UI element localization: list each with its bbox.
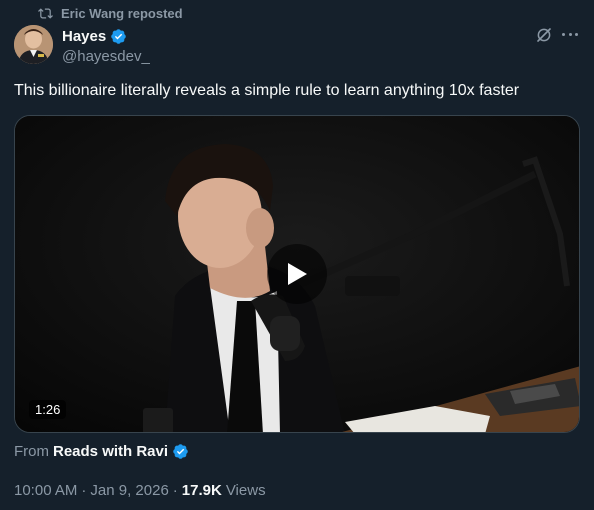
source-name-link[interactable]: Reads with Ravi <box>53 443 168 460</box>
avatar[interactable] <box>14 25 53 64</box>
more-dot <box>575 33 578 36</box>
verified-badge-icon <box>173 444 188 459</box>
author-block[interactable]: Hayes @hayesdev_ <box>62 27 150 66</box>
duration-badge: 1:26 <box>29 400 67 419</box>
grok-icon[interactable] <box>535 26 553 44</box>
display-name[interactable]: Hayes <box>62 28 106 45</box>
more-icon[interactable] <box>562 33 578 37</box>
play-icon <box>288 263 307 285</box>
meta-separator: · <box>81 482 87 499</box>
verified-badge-icon <box>111 28 126 44</box>
meta-separator: · <box>172 482 178 499</box>
tweet-date[interactable]: Jan 9, 2026 <box>90 482 168 499</box>
tweet-meta: 10:00 AM · Jan 9, 2026 · 17.9K Views <box>14 482 266 499</box>
source-attribution: From Reads with Ravi <box>14 443 189 460</box>
tweet-time[interactable]: 10:00 AM <box>14 482 77 499</box>
repost-label: Eric Wang reposted <box>61 5 183 21</box>
tweet-text: This billionaire literally reveals a sim… <box>14 82 520 99</box>
more-dot <box>568 33 572 36</box>
video-player[interactable]: 1:26 <box>14 115 580 433</box>
play-button[interactable] <box>267 244 327 304</box>
avatar-image <box>14 25 53 64</box>
repost-indicator[interactable]: Eric Wang reposted <box>38 5 183 21</box>
author-handle[interactable]: @hayesdev_ <box>62 48 150 65</box>
more-dot <box>562 33 565 36</box>
view-count[interactable]: 17.9K <box>182 482 222 499</box>
views-label: Views <box>225 482 266 499</box>
source-prefix: From <box>14 443 49 460</box>
repost-icon <box>38 7 53 19</box>
